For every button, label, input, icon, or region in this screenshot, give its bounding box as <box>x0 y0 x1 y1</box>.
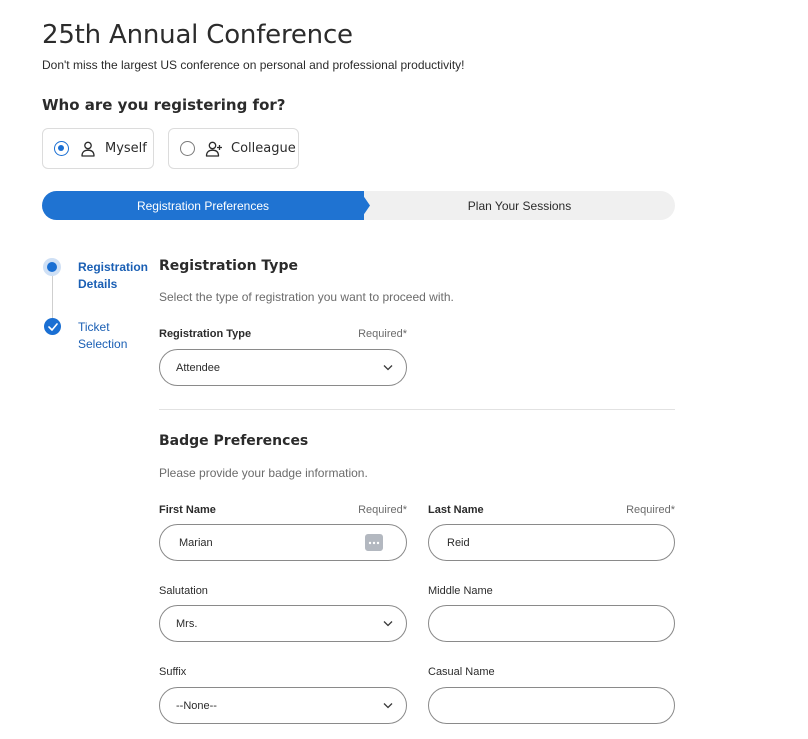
first-name-label: First Name <box>159 504 216 516</box>
suffix-value: --None-- <box>176 699 217 712</box>
sidebar-step-ticket-selection[interactable]: Ticket Selection <box>78 319 150 353</box>
step-complete-icon <box>44 318 61 335</box>
last-name-value: Reid <box>447 536 470 549</box>
registration-type-select[interactable]: Attendee <box>159 349 407 386</box>
page-title: 25th Annual Conference <box>42 20 353 50</box>
required-indicator: Required* <box>626 504 675 516</box>
registration-type-title: Registration Type <box>159 258 298 274</box>
person-icon <box>81 141 95 157</box>
progress-step-plan-sessions[interactable]: Plan Your Sessions <box>364 191 675 220</box>
registrant-option-label: Myself <box>105 141 147 156</box>
first-name-value: Marian <box>179 536 213 549</box>
stepper-line <box>52 270 53 322</box>
suffix-label: Suffix <box>159 666 187 678</box>
badge-preferences-title: Badge Preferences <box>159 433 309 449</box>
salutation-label: Salutation <box>159 585 208 597</box>
required-indicator: Required* <box>358 504 407 516</box>
salutation-value: Mrs. <box>176 617 198 630</box>
chevron-down-icon <box>383 621 393 627</box>
middle-name-field[interactable] <box>428 605 675 642</box>
registrant-option-myself[interactable]: Myself <box>42 128 154 169</box>
registration-type-description: Select the type of registration you want… <box>159 290 454 304</box>
chevron-down-icon <box>383 365 393 371</box>
page-subtitle: Don't miss the largest US conference on … <box>42 58 465 72</box>
first-name-field[interactable]: Marian <box>159 524 407 561</box>
person-add-icon <box>205 141 222 157</box>
last-name-field[interactable]: Reid <box>428 524 675 561</box>
radio-myself[interactable] <box>54 141 69 156</box>
progress-bar: Registration Preferences Plan Your Sessi… <box>42 191 675 220</box>
sidebar-step-registration-details[interactable]: Registration Details <box>78 259 150 293</box>
radio-colleague[interactable] <box>180 141 195 156</box>
check-icon <box>47 322 58 331</box>
required-indicator: Required* <box>358 328 407 340</box>
section-divider <box>159 409 675 410</box>
casual-name-label: Casual Name <box>428 666 495 678</box>
registration-type-value: Attendee <box>176 361 221 374</box>
badge-preferences-description: Please provide your badge information. <box>159 466 368 480</box>
registration-type-label: Registration Type <box>159 328 252 340</box>
progress-step-registration-preferences[interactable]: Registration Preferences <box>42 191 364 220</box>
registrant-option-colleague[interactable]: Colleague <box>168 128 299 169</box>
registrant-option-label: Colleague <box>231 141 296 156</box>
casual-name-field[interactable] <box>428 687 675 724</box>
middle-name-label: Middle Name <box>428 585 493 597</box>
salutation-select[interactable]: Mrs. <box>159 605 407 642</box>
registrant-question: Who are you registering for? <box>42 96 286 114</box>
chevron-down-icon <box>383 703 393 709</box>
suffix-select[interactable]: --None-- <box>159 687 407 724</box>
last-name-label: Last Name <box>428 504 484 516</box>
step-current-indicator <box>43 258 61 276</box>
autofill-icon[interactable] <box>365 534 383 551</box>
